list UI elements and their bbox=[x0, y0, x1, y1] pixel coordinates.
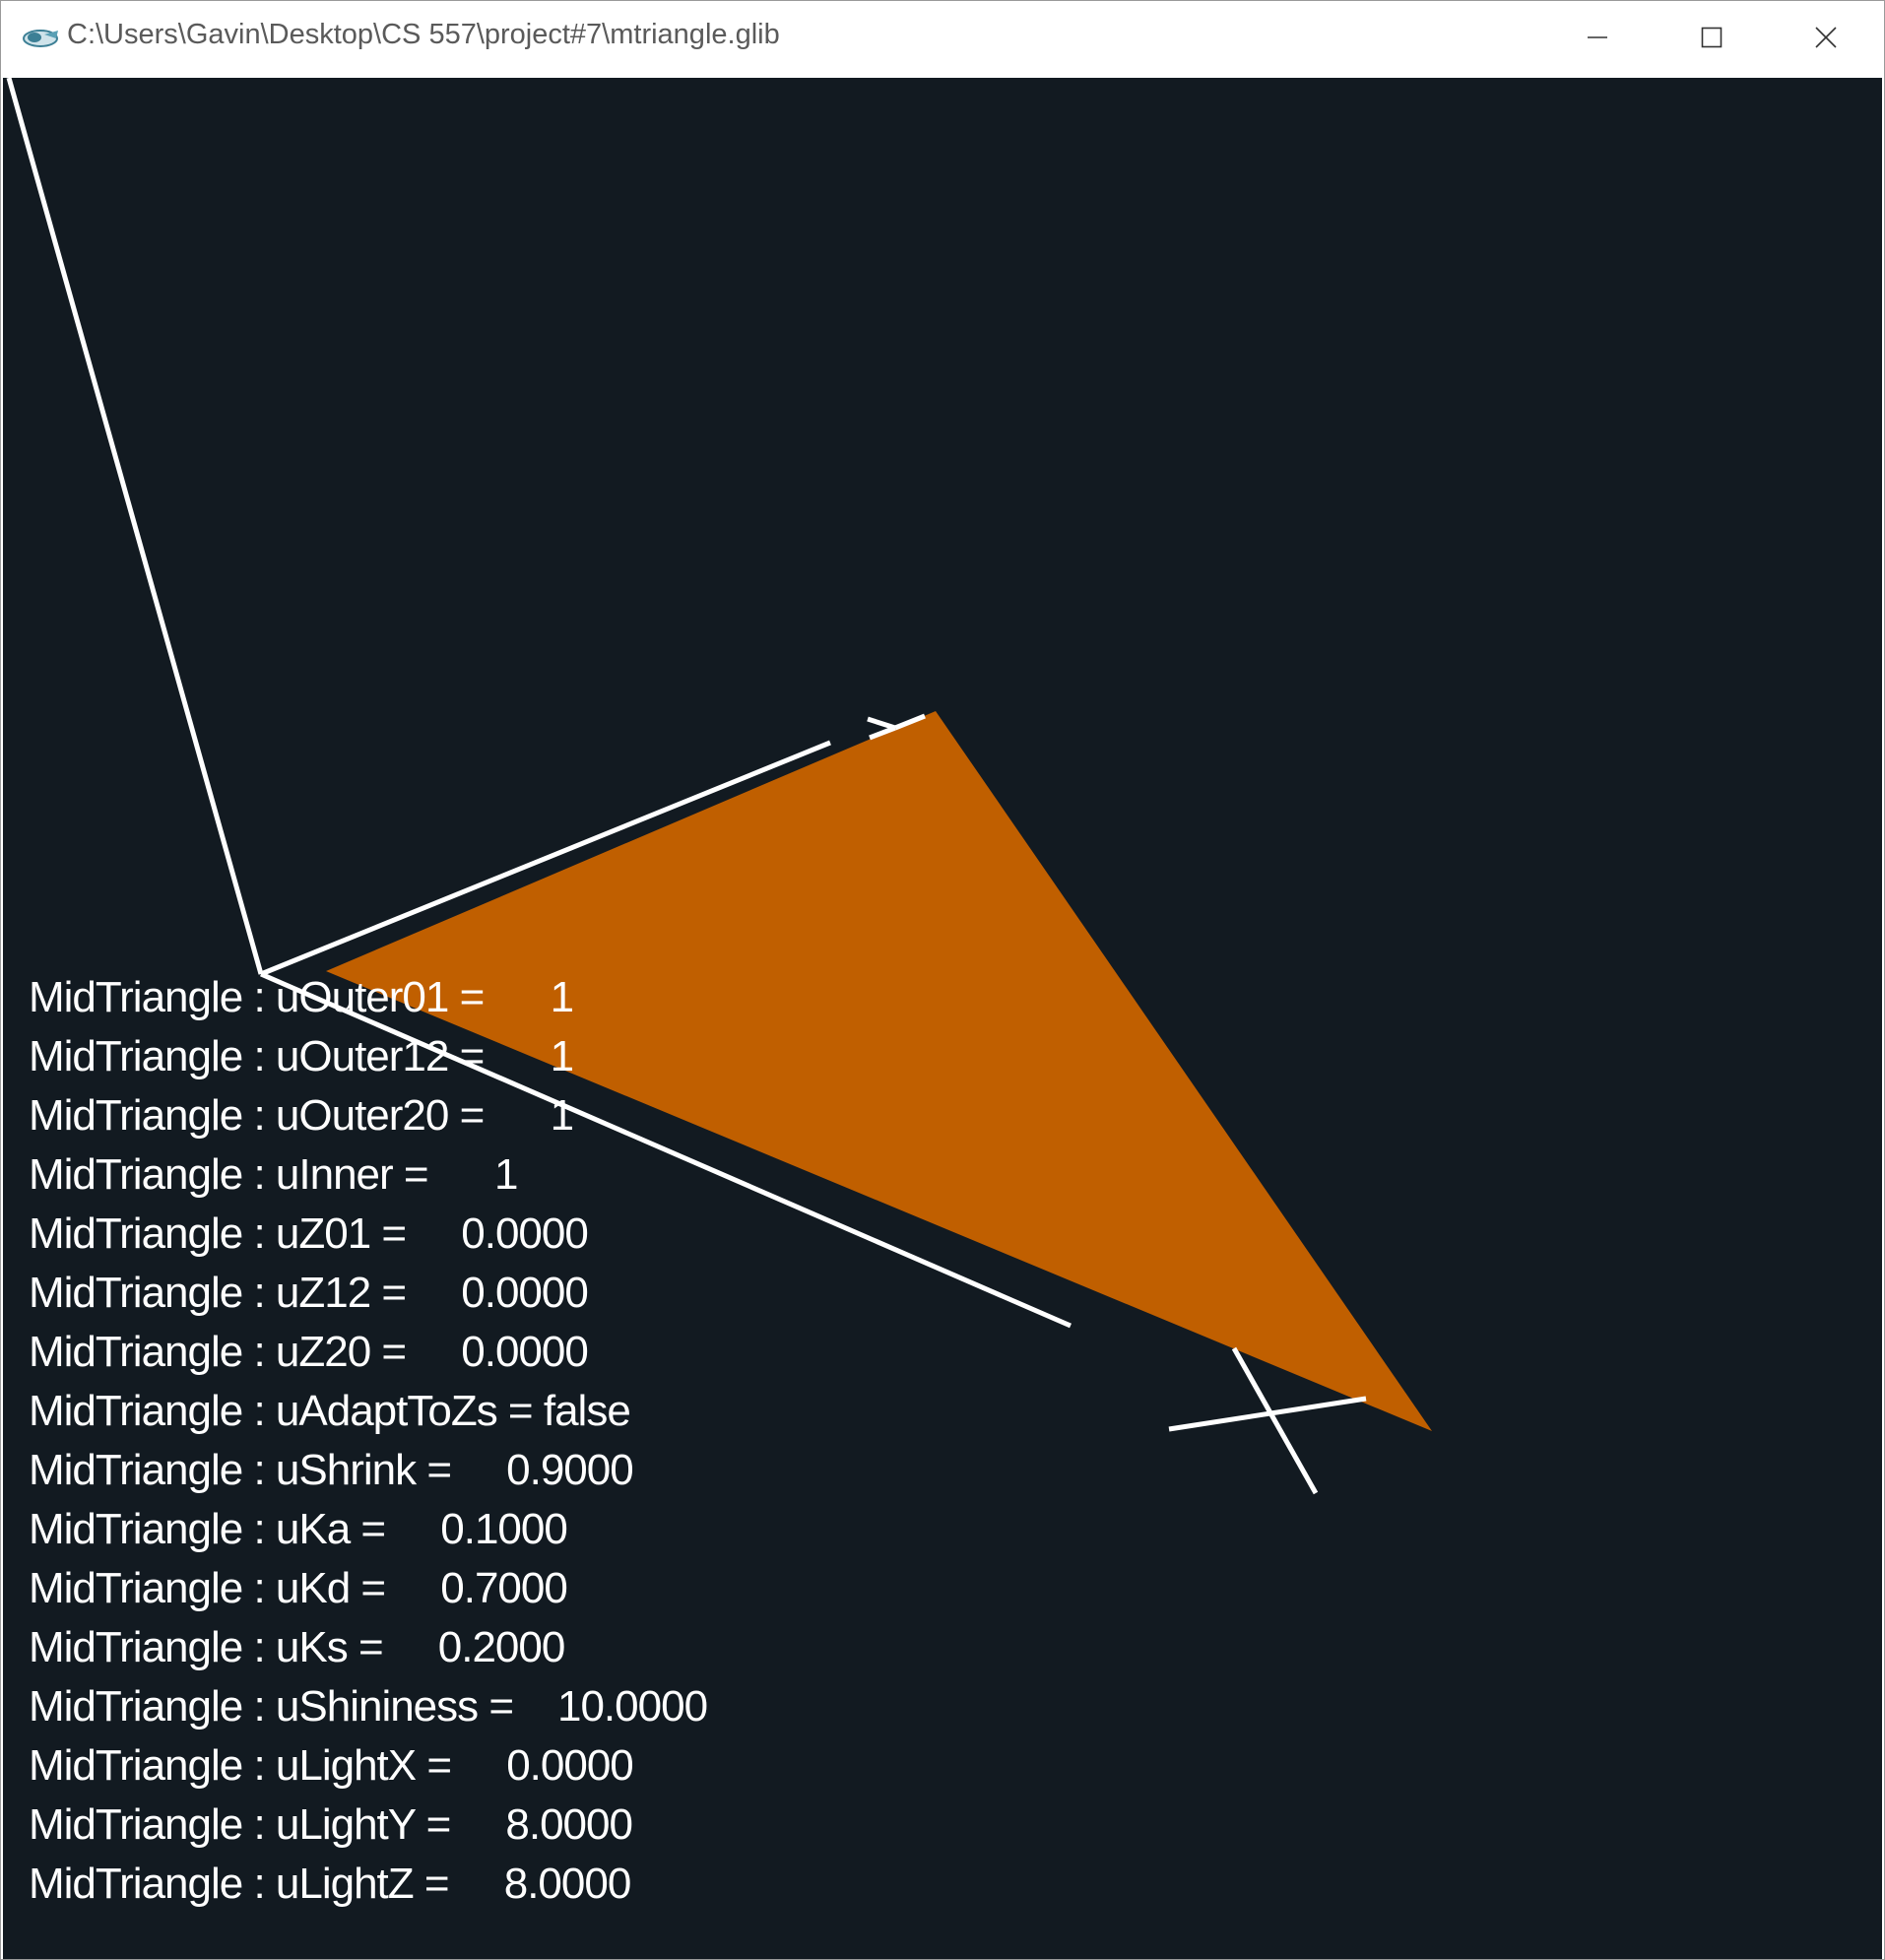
app-window: C:\Users\Gavin\Desktop\CS 557\project#7\… bbox=[0, 0, 1885, 1960]
uniform-line: MidTriangle : uZ01 = 0.0000 bbox=[29, 1205, 707, 1264]
uniform-label: MidTriangle : uShininess = bbox=[29, 1682, 514, 1731]
maximize-button[interactable] bbox=[1655, 1, 1769, 78]
uniform-value: 1 bbox=[493, 1150, 519, 1199]
minimize-icon bbox=[1586, 26, 1609, 54]
uniform-readout: MidTriangle : uOuter01 = 1 MidTriangle : … bbox=[29, 968, 708, 1914]
maximize-icon bbox=[1700, 26, 1723, 54]
uniform-value: 1 bbox=[550, 973, 575, 1021]
minimize-button[interactable] bbox=[1540, 1, 1655, 78]
uniform-value: 1 bbox=[550, 1091, 575, 1140]
uniform-label: MidTriangle : uShrink = bbox=[29, 1446, 452, 1494]
uniform-value: 0.1000 bbox=[440, 1505, 568, 1553]
uniform-line: MidTriangle : uOuter12 = 1 bbox=[29, 1027, 707, 1086]
uniform-line: MidTriangle : uKa = 0.1000 bbox=[29, 1500, 707, 1559]
uniform-value: 0.7000 bbox=[440, 1564, 568, 1612]
uniform-value: 8.0000 bbox=[503, 1860, 632, 1908]
uniform-line: MidTriangle : uAdaptToZs = false bbox=[29, 1382, 707, 1441]
uniform-value: 8.0000 bbox=[505, 1800, 633, 1849]
uniform-value: 10.0000 bbox=[556, 1682, 708, 1731]
uniform-label: MidTriangle : uOuter01 = bbox=[29, 973, 485, 1021]
uniform-label: MidTriangle : uLightZ = bbox=[29, 1860, 450, 1908]
uniform-label: MidTriangle : uZ01 = bbox=[29, 1209, 407, 1258]
uniform-value: 0.0000 bbox=[461, 1269, 589, 1317]
uniform-line: MidTriangle : uShininess = 10.0000 bbox=[29, 1677, 708, 1736]
close-icon bbox=[1814, 26, 1838, 54]
uniform-value: 0.2000 bbox=[437, 1623, 566, 1671]
uniform-value: 0.0000 bbox=[461, 1328, 589, 1376]
uniform-label: MidTriangle : uAdaptToZs = bbox=[29, 1387, 534, 1435]
window-title: C:\Users\Gavin\Desktop\CS 557\project#7\… bbox=[67, 19, 780, 50]
uniform-line: MidTriangle : uOuter01 = 1 bbox=[29, 968, 707, 1027]
render-viewport[interactable]: MidTriangle : uOuter01 = 1 MidTriangle : … bbox=[3, 78, 1882, 1959]
uniform-label: MidTriangle : uOuter20 = bbox=[29, 1091, 485, 1140]
uniform-label: MidTriangle : uKd = bbox=[29, 1564, 386, 1612]
close-button[interactable] bbox=[1769, 1, 1883, 78]
uniform-line: MidTriangle : uLightX = 0.0000 bbox=[29, 1736, 707, 1796]
title-bar[interactable]: C:\Users\Gavin\Desktop\CS 557\project#7\… bbox=[1, 1, 1884, 78]
uniform-line: MidTriangle : uShrink = 0.9000 bbox=[29, 1441, 707, 1500]
uniform-line: MidTriangle : uOuter20 = 1 bbox=[29, 1086, 707, 1145]
uniform-value: 0.0000 bbox=[506, 1741, 634, 1790]
glman-app-icon bbox=[21, 25, 60, 54]
uniform-value: false bbox=[543, 1387, 631, 1435]
uniform-label: MidTriangle : uKa = bbox=[29, 1505, 386, 1553]
uniform-value: 0.9000 bbox=[506, 1446, 634, 1494]
uniform-label: MidTriangle : uLightX = bbox=[29, 1741, 452, 1790]
uniform-line: MidTriangle : uLightZ = 8.0000 bbox=[29, 1855, 707, 1914]
uniform-value: 1 bbox=[550, 1032, 575, 1080]
uniform-value: 0.0000 bbox=[461, 1209, 589, 1258]
uniform-line: MidTriangle : uInner = 1 bbox=[29, 1145, 707, 1205]
uniform-label: MidTriangle : uInner = bbox=[29, 1150, 429, 1199]
uniform-label: MidTriangle : uOuter12 = bbox=[29, 1032, 485, 1080]
uniform-line: MidTriangle : uKd = 0.7000 bbox=[29, 1559, 707, 1618]
uniform-line: MidTriangle : uZ20 = 0.0000 bbox=[29, 1323, 707, 1382]
z-axis-line bbox=[6, 78, 264, 975]
uniform-label: MidTriangle : uKs = bbox=[29, 1623, 384, 1671]
uniform-label: MidTriangle : uZ12 = bbox=[29, 1269, 407, 1317]
uniform-label: MidTriangle : uZ20 = bbox=[29, 1328, 407, 1376]
uniform-line: MidTriangle : uZ12 = 0.0000 bbox=[29, 1264, 707, 1323]
uniform-line: MidTriangle : uLightY = 8.0000 bbox=[29, 1796, 707, 1855]
uniform-line: MidTriangle : uKs = 0.2000 bbox=[29, 1618, 707, 1677]
uniform-label: MidTriangle : uLightY = bbox=[29, 1800, 451, 1849]
